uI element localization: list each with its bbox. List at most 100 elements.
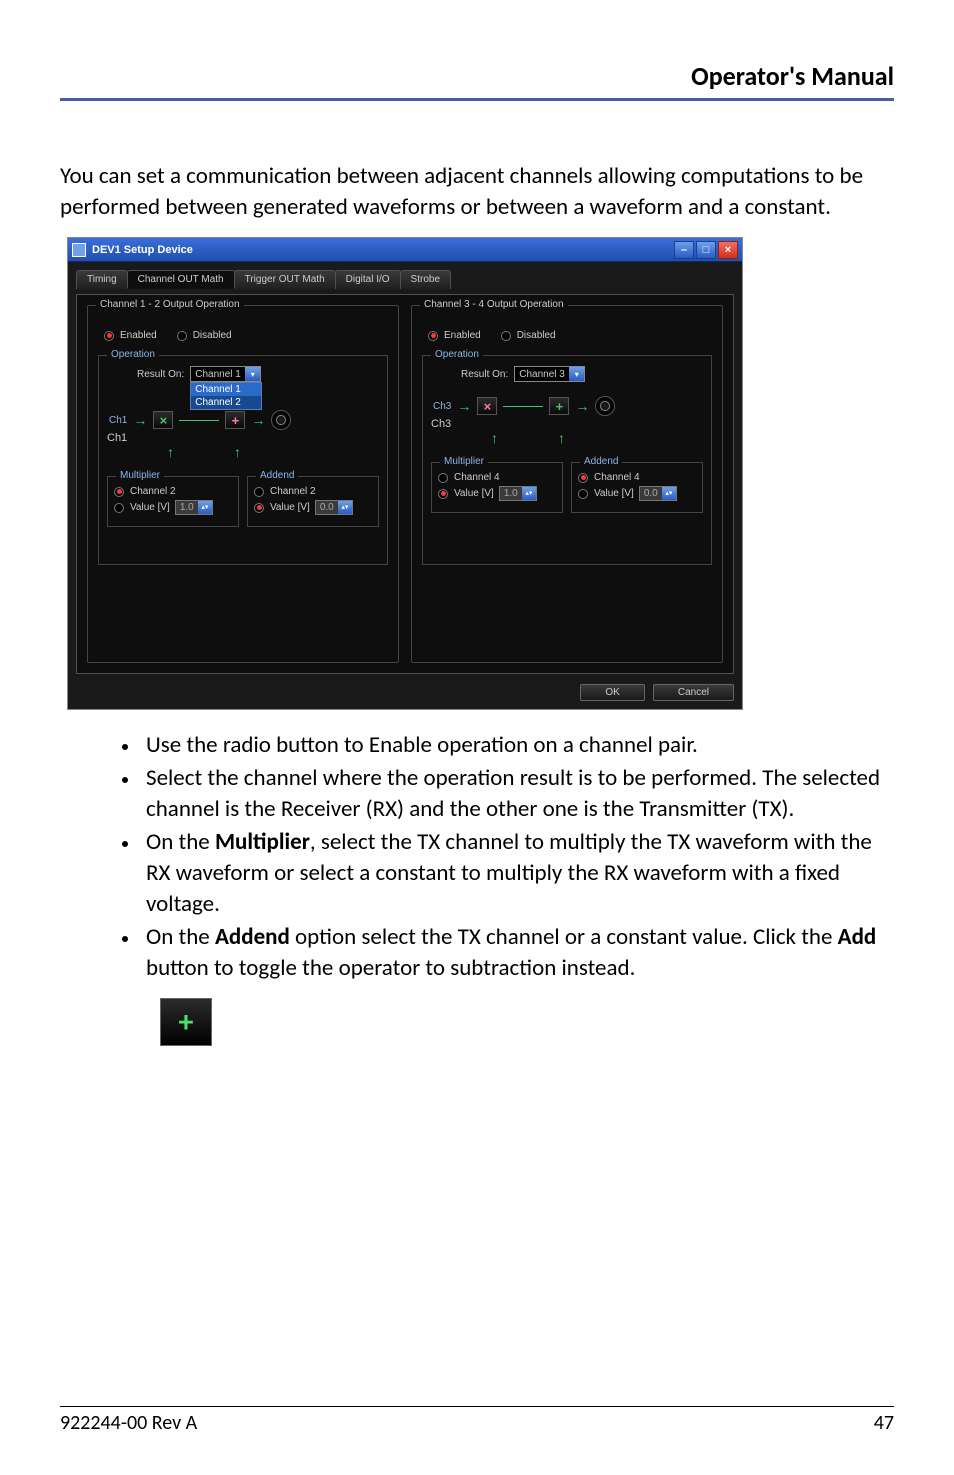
radio-dot-icon — [114, 503, 124, 513]
multiplier-group-ch12: Multiplier Channel 2 — [107, 476, 239, 527]
result-on-label: Result On: — [137, 369, 184, 380]
addend-group-ch12: Addend Channel 2 — [247, 476, 379, 527]
close-button[interactable]: × — [718, 241, 738, 259]
radio-add-value-ch12[interactable]: Value [V] — [254, 502, 310, 513]
radio-dot-icon — [177, 331, 187, 341]
add-value-label: Value [V] — [594, 488, 634, 499]
panel-ch3-4: Channel 3 - 4 Output Operation Enabled D… — [411, 305, 723, 663]
tab-timing[interactable]: Timing — [76, 270, 128, 289]
header-rule — [60, 98, 894, 101]
chevron-down-icon: ▾ — [569, 367, 584, 381]
chain-in-label: Ch3 — [433, 401, 451, 412]
bullet-4: On the Addend option select the TX chann… — [140, 922, 894, 984]
radio-mult-value-ch34[interactable]: Value [V] — [438, 488, 494, 499]
setup-device-dialog: DEV1 Setup Device – □ × Timing Channel O… — [67, 237, 743, 710]
radio-mult-value-ch12[interactable]: Value [V] — [114, 502, 170, 513]
radio-dot-icon — [578, 489, 588, 499]
combo-value: Channel 3 — [515, 369, 569, 380]
add-value-spinner-ch34[interactable]: 0.0 ▴▾ — [639, 486, 677, 501]
label-disabled: Disabled — [193, 330, 232, 341]
result-on-combo-ch34[interactable]: Channel 3 ▾ — [514, 366, 585, 382]
result-on-label: Result On: — [461, 369, 508, 380]
chain-in-label: Ch1 — [109, 415, 127, 426]
maximize-button[interactable]: □ — [696, 241, 716, 259]
tab-strip: Timing Channel OUT Math Trigger OUT Math… — [76, 270, 734, 289]
output-target-icon — [595, 396, 615, 416]
result-on-combo-ch12[interactable]: Channel 1 ▾ Channel 1 Channel 2 — [190, 366, 261, 382]
multiplier-group-ch34: Multiplier Channel 4 — [431, 462, 563, 513]
spinner-buttons-icon: ▴▾ — [338, 501, 352, 514]
radio-disabled-ch34[interactable]: Disabled — [501, 330, 556, 341]
radio-enabled-ch34[interactable]: Enabled — [428, 330, 481, 341]
radio-dot-icon — [501, 331, 511, 341]
add-operator-button[interactable]: + — [549, 397, 569, 415]
result-on-dropdown-list[interactable]: Channel 1 Channel 2 — [190, 382, 262, 410]
add-toggle-button-image: + — [160, 998, 212, 1046]
mult-value-spinner-ch34[interactable]: 1.0 ▴▾ — [499, 486, 537, 501]
app-icon — [72, 243, 86, 257]
cancel-button[interactable]: Cancel — [653, 684, 734, 701]
tab-strobe[interactable]: Strobe — [400, 270, 451, 289]
multiplier-legend: Multiplier — [440, 456, 488, 467]
radio-dot-icon — [428, 331, 438, 341]
operation-legend: Operation — [431, 349, 483, 360]
addend-legend: Addend — [256, 470, 298, 481]
spinner-value: 1.0 — [176, 502, 198, 513]
add-value-label: Value [V] — [270, 502, 310, 513]
operation-group-ch34: Operation Result On: Channel 3 ▾ Ch3 → × — [422, 355, 712, 565]
multiplier-legend: Multiplier — [116, 470, 164, 481]
bullet-1: Use the radio button to Enable operation… — [140, 730, 894, 761]
arrow-right-icon: → — [251, 412, 265, 428]
multiply-icon: × — [477, 397, 497, 415]
tab-trigger-out-math[interactable]: Trigger OUT Math — [234, 270, 336, 289]
add-channel-label: Channel 4 — [594, 472, 640, 483]
combo-value: Channel 1 — [191, 369, 245, 380]
spinner-value: 0.0 — [316, 502, 338, 513]
label-enabled: Enabled — [120, 330, 157, 341]
panel-ch1-2-legend: Channel 1 - 2 Output Operation — [96, 299, 244, 310]
add-value-spinner-ch12[interactable]: 0.0 ▴▾ — [315, 500, 353, 515]
minimize-button[interactable]: – — [674, 241, 694, 259]
dropdown-item-channel1[interactable]: Channel 1 — [191, 383, 261, 396]
mult-channel-label: Channel 4 — [454, 472, 500, 483]
bullet-2: Select the channel where the operation r… — [140, 763, 894, 825]
spinner-value: 0.0 — [640, 488, 662, 499]
footer-page-number: 47 — [874, 1411, 894, 1435]
chevron-down-icon: ▾ — [245, 367, 260, 381]
radio-add-channel-ch34[interactable]: Channel 4 — [578, 472, 640, 483]
dialog-titlebar[interactable]: DEV1 Setup Device – □ × — [68, 238, 742, 262]
page-header-title: Operator's Manual — [60, 60, 894, 92]
chain-out-label: Ch1 — [107, 432, 127, 444]
radio-disabled-ch12[interactable]: Disabled — [177, 330, 232, 341]
arrow-up-icon: ↑ — [167, 444, 174, 460]
radio-mult-channel-ch12[interactable]: Channel 2 — [114, 486, 176, 497]
operation-group-ch12: Operation Result On: Channel 1 ▾ Channel… — [98, 355, 388, 565]
add-operator-button[interactable]: + — [225, 411, 245, 429]
ok-button[interactable]: OK — [580, 684, 644, 701]
radio-dot-icon — [114, 487, 124, 497]
tab-channel-out-math[interactable]: Channel OUT Math — [127, 270, 235, 289]
label-disabled: Disabled — [517, 330, 556, 341]
arrow-right-icon: → — [457, 398, 471, 414]
mult-channel-label: Channel 2 — [130, 486, 176, 497]
add-channel-label: Channel 2 — [270, 486, 316, 497]
mult-value-label: Value [V] — [130, 502, 170, 513]
spinner-buttons-icon: ▴▾ — [198, 501, 212, 514]
dialog-title: DEV1 Setup Device — [92, 244, 193, 256]
footer-rev: 922244-00 Rev A — [60, 1411, 197, 1435]
page-footer: 922244-00 Rev A 47 — [60, 1406, 894, 1435]
tab-digital-io[interactable]: Digital I/O — [335, 270, 401, 289]
instruction-list: Use the radio button to Enable operation… — [140, 730, 894, 984]
arrow-up-icon: ↑ — [558, 430, 565, 446]
radio-enabled-ch12[interactable]: Enabled — [104, 330, 157, 341]
radio-add-value-ch34[interactable]: Value [V] — [578, 488, 634, 499]
spinner-buttons-icon: ▴▾ — [522, 487, 536, 500]
mult-value-spinner-ch12[interactable]: 1.0 ▴▾ — [175, 500, 213, 515]
spinner-buttons-icon: ▴▾ — [662, 487, 676, 500]
radio-mult-channel-ch34[interactable]: Channel 4 — [438, 472, 500, 483]
dropdown-item-channel2[interactable]: Channel 2 — [191, 396, 261, 409]
arrow-up-icon: ↑ — [491, 430, 498, 446]
radio-add-channel-ch12[interactable]: Channel 2 — [254, 486, 316, 497]
radio-dot-icon — [104, 331, 114, 341]
intro-paragraph: You can set a communication between adja… — [60, 161, 894, 223]
